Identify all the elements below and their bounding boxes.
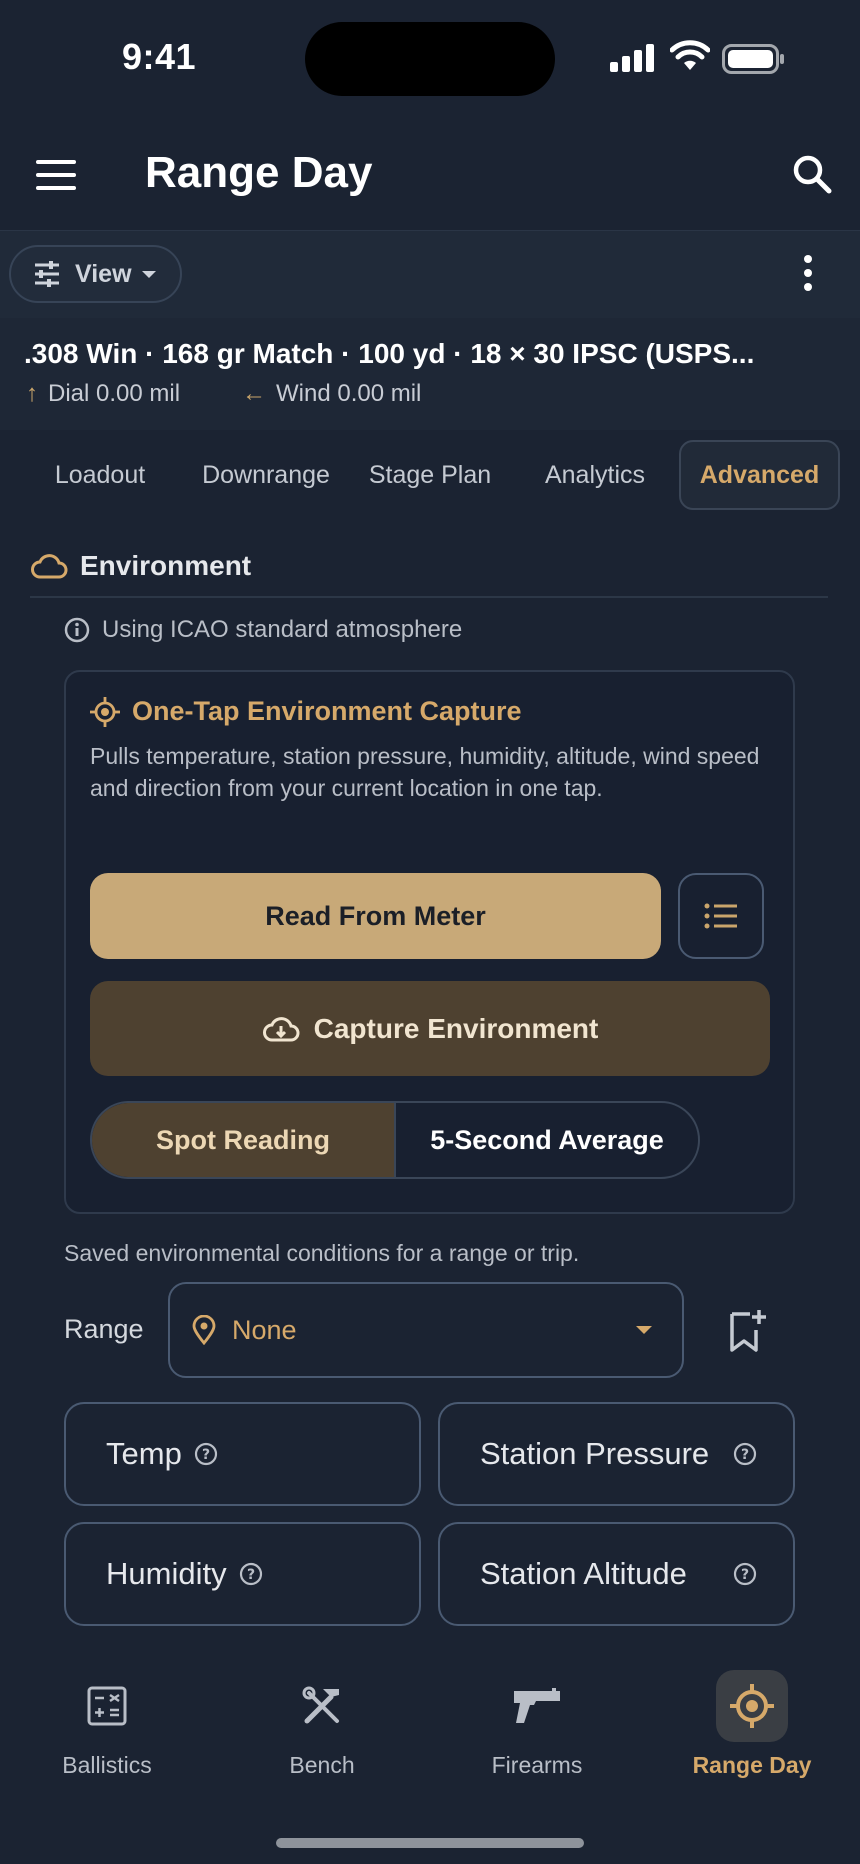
capture-environment-label: Capture Environment — [313, 1012, 599, 1044]
arrow-left-icon: ← — [242, 380, 266, 407]
saved-conditions-note: Saved environmental conditions for a ran… — [64, 1240, 580, 1266]
temp-field[interactable]: Temp ? — [64, 1402, 421, 1506]
view-button[interactable]: View — [9, 245, 182, 303]
dynamic-island — [305, 22, 555, 96]
location-pin-icon — [192, 1315, 216, 1345]
station-altitude-field[interactable]: Station Altitude ? — [438, 1522, 795, 1626]
list-icon — [704, 903, 737, 929]
help-icon[interactable]: ? — [194, 1442, 218, 1466]
capture-card-description: Pulls temperature, station pressure, hum… — [90, 743, 760, 801]
environment-heading: Environment — [30, 550, 251, 582]
range-select[interactable]: None — [168, 1282, 684, 1378]
range-label: Range — [64, 1314, 144, 1344]
read-from-meter-button[interactable]: Read From Meter — [90, 873, 661, 959]
nav-firearms-label: Firearms — [491, 1752, 583, 1778]
tab-downrange[interactable]: Downrange — [188, 440, 344, 510]
cloud-icon — [31, 554, 68, 579]
tab-loadout[interactable]: Loadout — [30, 440, 170, 510]
divider — [30, 596, 828, 598]
pistol-icon — [514, 1688, 560, 1723]
help-icon[interactable]: ? — [239, 1562, 263, 1586]
home-indicator — [276, 1838, 584, 1848]
atmosphere-info-text: Using ICAO standard atmosphere — [102, 616, 463, 643]
temp-field-label: Temp — [106, 1436, 182, 1471]
capture-card-header: One-Tap Environment Capture — [90, 696, 522, 727]
battery-icon — [722, 44, 784, 74]
wifi-icon — [670, 40, 710, 70]
nav-ballistics[interactable]: Ballistics — [17, 1670, 197, 1780]
station-pressure-field[interactable]: Station Pressure ? — [438, 1402, 795, 1506]
capture-environment-button[interactable]: Capture Environment — [90, 981, 770, 1076]
menu-button[interactable] — [36, 160, 76, 192]
spot-reading-option[interactable]: Spot Reading — [92, 1103, 396, 1177]
wind-readout: ← Wind 0.00 mil — [242, 380, 421, 408]
range-select-value: None — [232, 1314, 297, 1345]
menu-icon-bar — [36, 173, 76, 177]
help-icon[interactable]: ? — [733, 1562, 757, 1586]
menu-icon-bar — [36, 186, 76, 190]
svg-text:?: ? — [741, 1447, 749, 1463]
nav-range-day[interactable]: Range Day — [662, 1670, 842, 1780]
signal-icon — [610, 44, 654, 72]
station-pressure-field-label: Station Pressure — [480, 1436, 710, 1471]
humidity-field[interactable]: Humidity ? — [64, 1522, 421, 1626]
tab-advanced[interactable]: Advanced — [679, 440, 840, 510]
tab-stage-plan[interactable]: Stage Plan — [354, 440, 506, 510]
view-button-label: View — [75, 259, 132, 288]
cloud-download-icon — [262, 1016, 300, 1041]
sliders-icon — [35, 261, 59, 287]
nav-bench-label: Bench — [289, 1752, 355, 1778]
nav-bench[interactable]: Bench — [232, 1670, 412, 1780]
dial-readout: ↑ Dial 0.00 mil — [26, 380, 180, 408]
capture-card-title: One-Tap Environment Capture — [132, 696, 522, 726]
search-icon[interactable] — [790, 152, 834, 196]
five-second-average-option[interactable]: 5-Second Average — [396, 1103, 698, 1177]
atmosphere-info: Using ICAO standard atmosphere — [64, 616, 462, 644]
nav-range-day-label: Range Day — [692, 1752, 812, 1778]
crosshair-icon — [90, 696, 120, 727]
menu-icon-bar — [36, 160, 76, 164]
crosshair-icon — [730, 1684, 774, 1728]
calculator-icon — [87, 1686, 127, 1726]
arrow-up-icon: ↑ — [26, 380, 38, 407]
nav-ballistics-label: Ballistics — [62, 1752, 152, 1778]
info-icon — [64, 617, 90, 643]
reading-mode-toggle: Spot Reading 5-Second Average — [90, 1101, 700, 1179]
meter-list-button[interactable] — [678, 873, 764, 959]
page-title: Range Day — [145, 148, 373, 197]
wind-value: Wind 0.00 mil — [276, 380, 422, 407]
dial-value: Dial 0.00 mil — [48, 380, 181, 407]
help-icon[interactable]: ? — [733, 1442, 757, 1466]
load-summary-title: .308 Win · 168 gr Match · 100 yd · 18 × … — [24, 338, 755, 369]
environment-heading-text: Environment — [80, 550, 252, 581]
svg-text:?: ? — [741, 1567, 749, 1583]
status-time: 9:41 — [122, 36, 197, 77]
station-altitude-field-label: Station Altitude — [480, 1556, 687, 1591]
svg-text:?: ? — [202, 1447, 210, 1463]
tab-analytics[interactable]: Analytics — [524, 440, 666, 510]
chevron-down-icon — [141, 270, 156, 278]
load-summary — [0, 318, 860, 430]
nav-firearms[interactable]: Firearms — [447, 1670, 627, 1780]
svg-text:?: ? — [247, 1567, 255, 1583]
humidity-field-label: Humidity — [106, 1556, 227, 1591]
more-options-icon[interactable] — [795, 255, 821, 295]
tools-icon — [302, 1686, 339, 1724]
bookmark-add-icon[interactable] — [728, 1308, 768, 1352]
chevron-down-icon — [636, 1326, 652, 1334]
